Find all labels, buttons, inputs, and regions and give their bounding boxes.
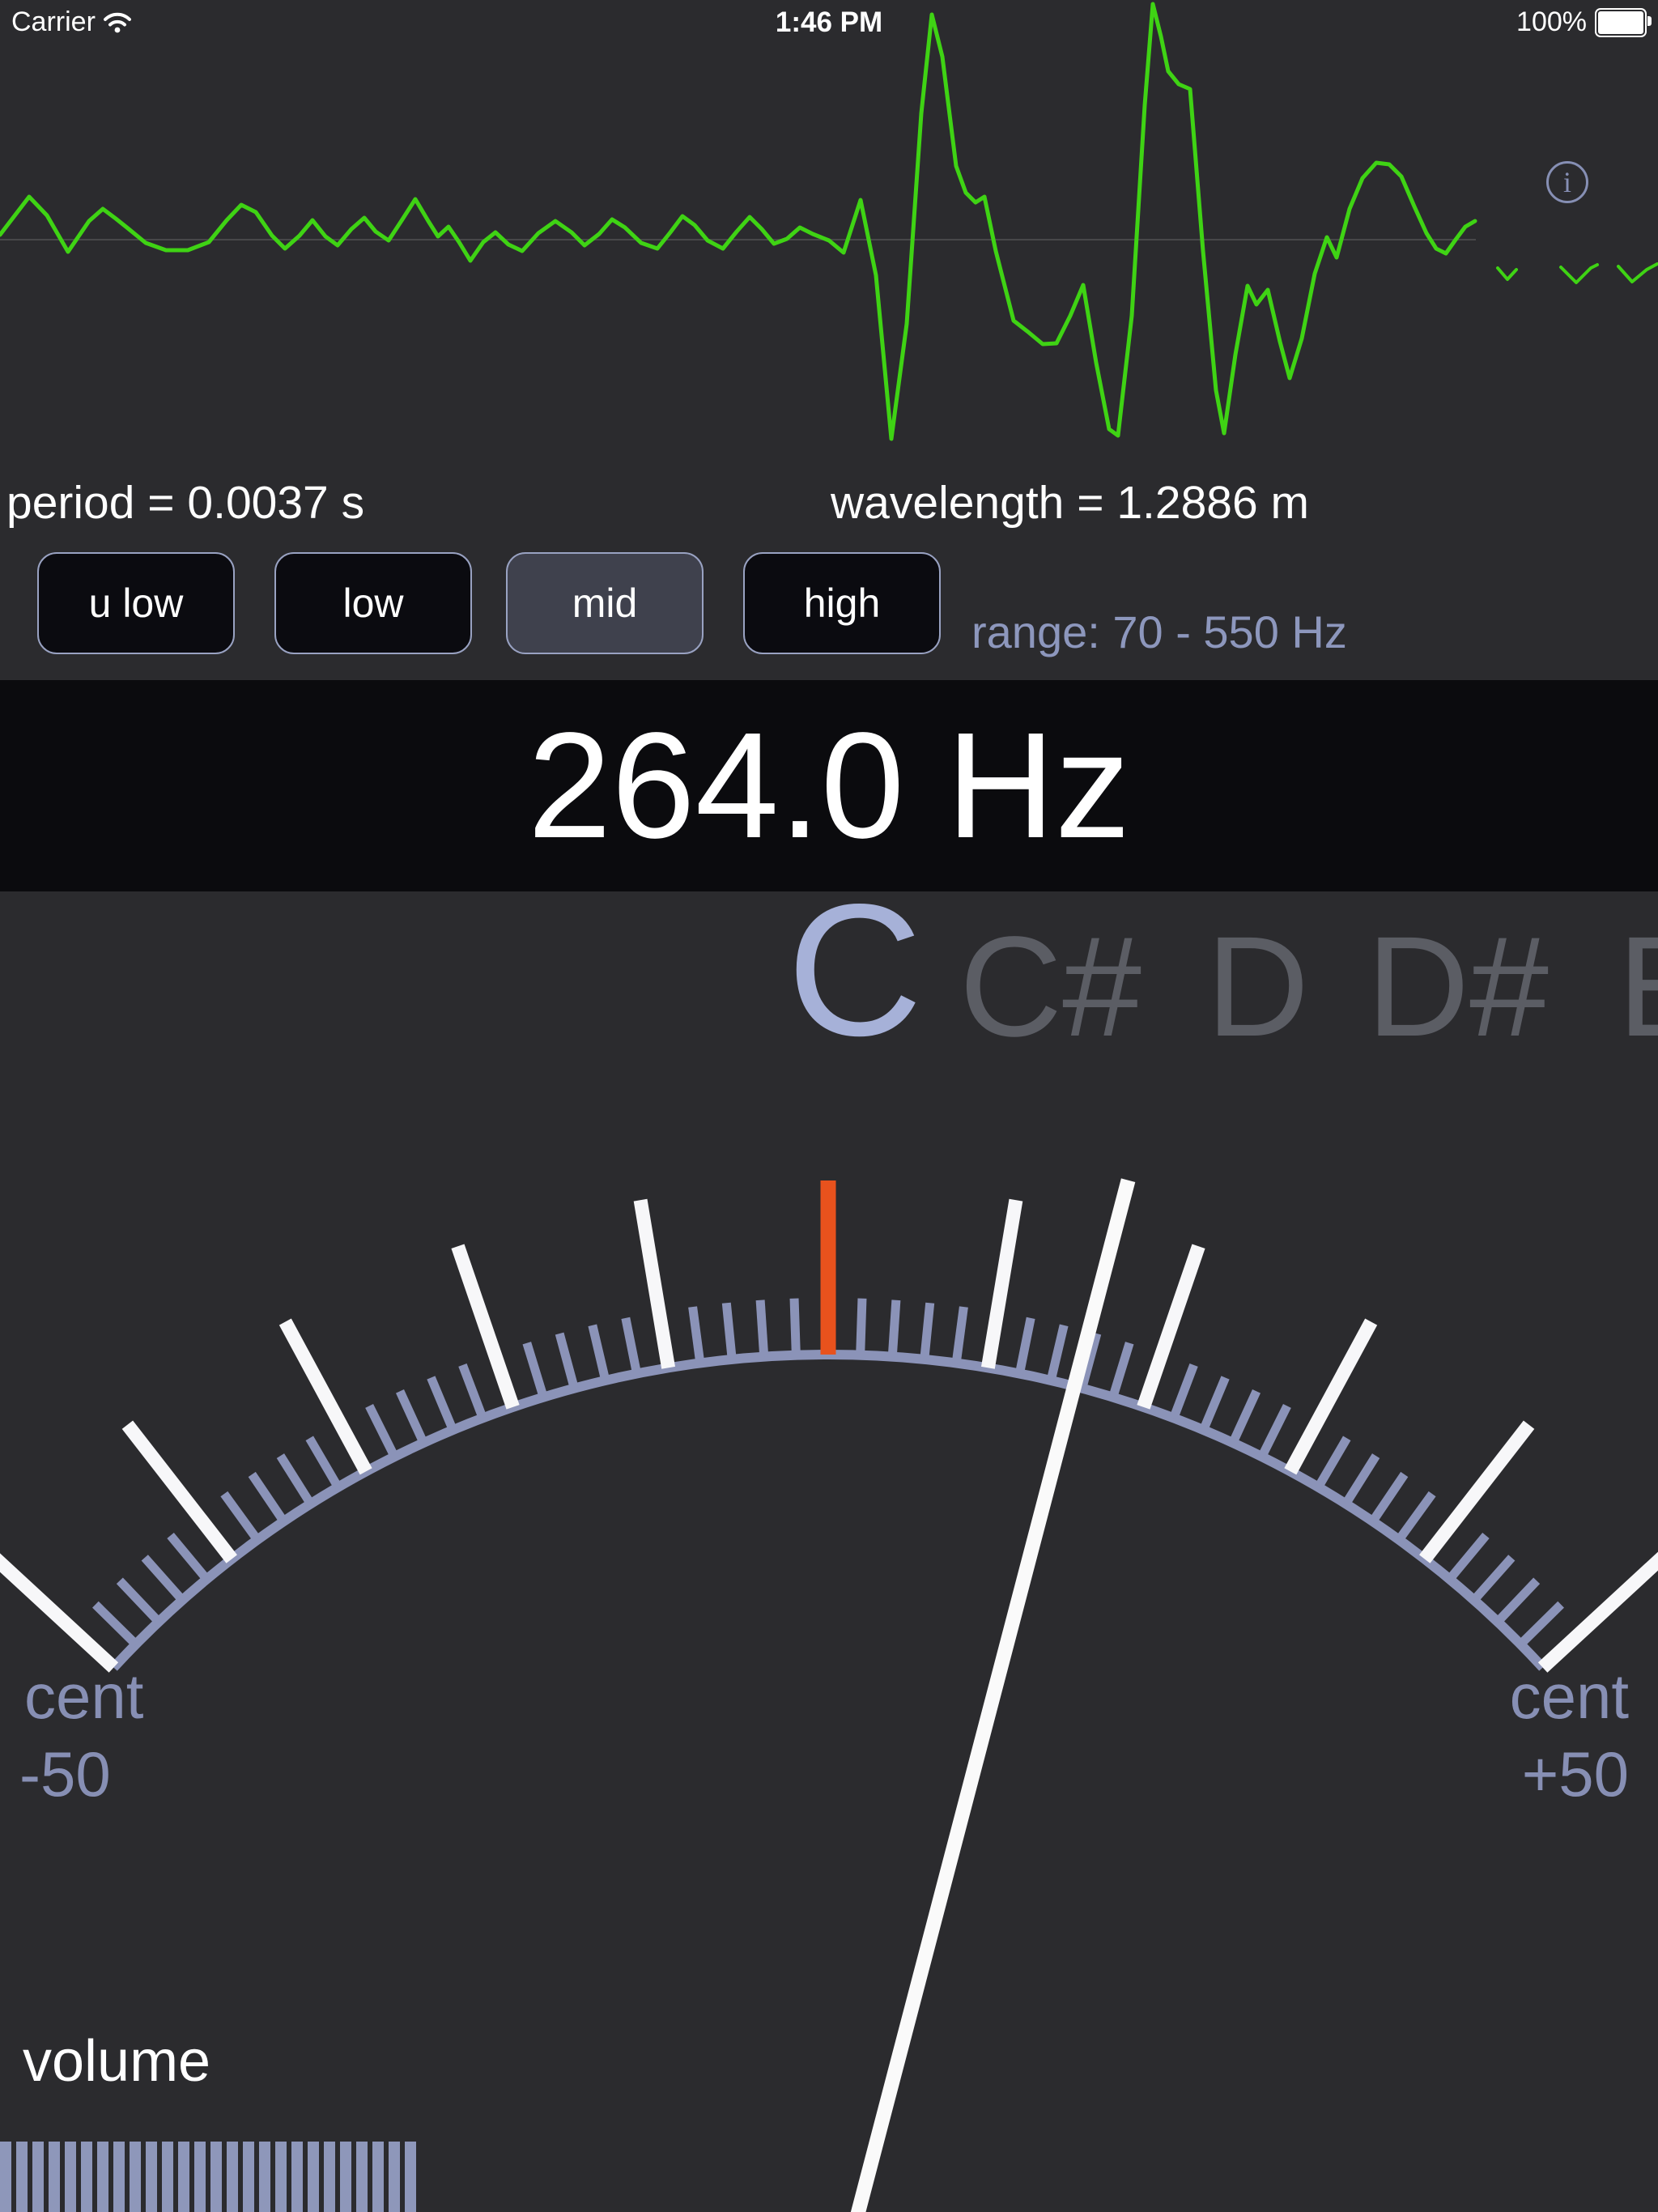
volume-bar	[340, 2142, 351, 2212]
volume-meter	[0, 2142, 416, 2212]
range-button-mid[interactable]: mid	[506, 552, 704, 654]
note-c[interactable]: C	[787, 877, 923, 1065]
note-strip: C C# D D# E	[0, 891, 1658, 1063]
volume-bar	[162, 2142, 173, 2212]
volume-bar	[308, 2142, 319, 2212]
volume-bar	[113, 2142, 125, 2212]
volume-bar	[324, 2142, 335, 2212]
volume-bar	[130, 2142, 141, 2212]
volume-bar	[97, 2142, 108, 2212]
cent-min-label: -50	[19, 1742, 111, 1806]
volume-bar	[146, 2142, 157, 2212]
note-c-sharp[interactable]: C#	[959, 916, 1141, 1058]
info-button[interactable]: i	[1546, 161, 1588, 203]
range-button-ulow[interactable]: u low	[37, 552, 235, 654]
range-button-high[interactable]: high	[743, 552, 941, 654]
volume-bar	[81, 2142, 92, 2212]
wavelength-readout: wavelength = 1.2886 m	[831, 476, 1309, 530]
range-label: range: 70 - 550 Hz	[971, 606, 1347, 658]
note-d-sharp[interactable]: D#	[1367, 916, 1549, 1058]
volume-bar	[227, 2142, 238, 2212]
cent-max-label: +50	[1522, 1742, 1629, 1806]
period-readout: period = 0.0037 s	[6, 476, 364, 530]
cent-unit-right: cent	[1510, 1665, 1629, 1728]
volume-bar	[259, 2142, 270, 2212]
volume-bar	[243, 2142, 254, 2212]
volume-bar	[178, 2142, 189, 2212]
volume-bar	[405, 2142, 416, 2212]
volume-bar	[0, 2142, 11, 2212]
volume-bar	[356, 2142, 368, 2212]
volume-bar	[291, 2142, 303, 2212]
note-d[interactable]: D	[1206, 916, 1309, 1058]
note-e[interactable]: E	[1618, 916, 1658, 1058]
volume-bar	[372, 2142, 384, 2212]
volume-bar	[32, 2142, 44, 2212]
volume-bar	[194, 2142, 206, 2212]
volume-bar	[16, 2142, 28, 2212]
volume-label: volume	[23, 2028, 210, 2095]
range-button-low[interactable]: low	[274, 552, 472, 654]
tuner-app: { "status_bar": { "carrier": "Carrier", …	[0, 0, 1658, 2212]
waveform-display	[0, 0, 1658, 453]
volume-bar	[49, 2142, 60, 2212]
cent-unit-left: cent	[24, 1665, 143, 1728]
volume-bar	[65, 2142, 76, 2212]
volume-bar	[275, 2142, 287, 2212]
volume-bar	[389, 2142, 400, 2212]
frequency-value: 264.0 Hz	[528, 700, 1130, 872]
volume-bar	[210, 2142, 222, 2212]
info-icon: i	[1563, 168, 1571, 197]
frequency-band: 264.0 Hz	[0, 680, 1658, 891]
